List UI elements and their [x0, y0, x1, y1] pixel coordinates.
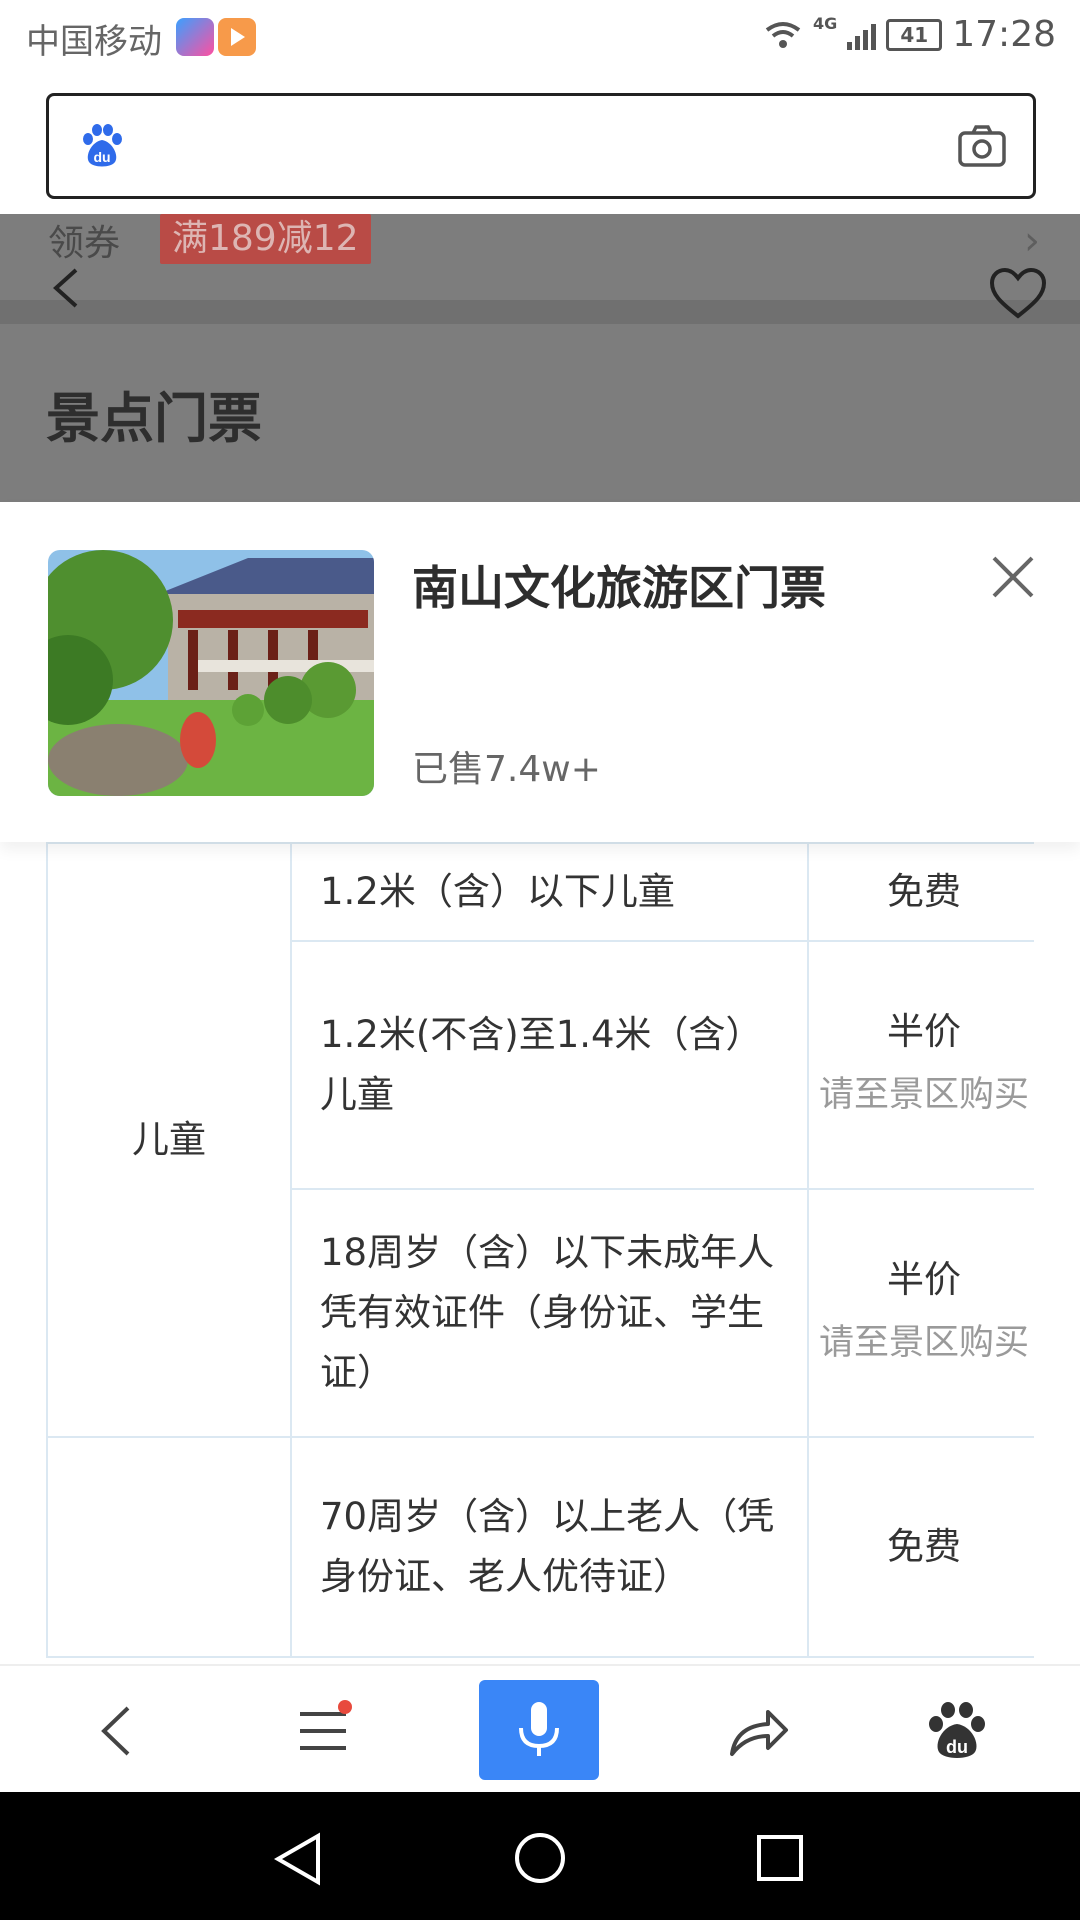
dimmed-background-page[interactable]: 领券 满189减12 › 景点门票: [0, 214, 1080, 502]
browser-toolbar: du: [0, 1664, 1080, 1794]
circle-home-icon[interactable]: [512, 1830, 568, 1886]
signal-icon: [847, 20, 877, 50]
video-app-icon: [218, 18, 256, 56]
table-row: 70周岁（含）以上老人（凭身份证、老人优待证） 免费: [46, 1436, 1034, 1658]
close-icon[interactable]: [990, 554, 1036, 600]
system-navigation-bar: [0, 1792, 1080, 1920]
share-icon[interactable]: [712, 1686, 802, 1776]
chevron-right-icon: ›: [1024, 218, 1040, 264]
section-title: 景点门票: [46, 387, 262, 450]
price-cell: 半价 请至景区购买: [807, 940, 1034, 1190]
table-row: 儿童 1.2米（含）以下儿童 免费: [46, 842, 1034, 1438]
product-card: 南山文化旅游区门票 已售7.4w+: [0, 502, 1080, 842]
purchase-note: 请至景区购买: [818, 1075, 1029, 1115]
purchase-note: 请至景区购买: [818, 1323, 1029, 1363]
carrier-name: 中国移动: [26, 22, 162, 62]
baidu-paw-icon[interactable]: du: [79, 124, 125, 168]
mic-icon: [519, 1702, 559, 1756]
notification-dot: [338, 1700, 352, 1714]
wifi-icon: [765, 21, 801, 48]
product-title: 南山文化旅游区门票: [412, 561, 826, 615]
triangle-back-icon[interactable]: [272, 1832, 326, 1886]
condition-cell: 70周岁（含）以上老人（凭身份证、老人优待证）: [290, 1436, 809, 1658]
network-type: 4G: [812, 14, 838, 33]
heart-icon[interactable]: [988, 266, 1048, 322]
condition-cell: 1.2米（含）以下儿童: [290, 842, 809, 942]
category-cell: 儿童: [46, 842, 292, 1438]
divider: [0, 300, 1080, 324]
svg-text:du: du: [946, 1737, 968, 1757]
search-input[interactable]: du: [46, 93, 1036, 199]
sold-count: 已售7.4w+: [412, 749, 601, 790]
price-cell: 免费: [807, 842, 1034, 942]
product-thumbnail: [48, 550, 374, 796]
price-label: 半价: [887, 1010, 961, 1053]
youku-app-icon: [176, 18, 214, 56]
condition-cell: 1.2米(不含)至1.4米（含）儿童: [290, 940, 809, 1190]
camera-icon[interactable]: [957, 124, 1007, 168]
ticket-price-table: 儿童 1.2米（含）以下儿童 免费 1.2米(不含)至1.4米（含）儿童 半价 …: [46, 842, 1034, 1664]
price-cell: 免费: [807, 1436, 1034, 1658]
battery-icon: 41: [886, 18, 943, 51]
status-indicators: 4G 41 17:28: [763, 14, 1056, 55]
menu-icon[interactable]: [278, 1686, 368, 1776]
svg-text:du: du: [93, 149, 110, 165]
price-label: 半价: [887, 1258, 961, 1301]
category-cell: [46, 1436, 292, 1658]
square-recent-icon[interactable]: [754, 1832, 806, 1884]
search-bar: du: [0, 76, 1080, 214]
voice-search-button[interactable]: [479, 1680, 599, 1780]
coupon-label: 领券: [48, 223, 121, 264]
back-icon[interactable]: [48, 266, 84, 310]
status-bar: 中国移动 4G 41 17:28: [0, 0, 1080, 76]
clock: 17:28: [952, 14, 1056, 55]
price-cell: 半价 请至景区购买: [807, 1188, 1034, 1438]
back-icon[interactable]: [72, 1686, 162, 1776]
baidu-paw-icon[interactable]: du: [912, 1686, 1002, 1776]
condition-cell: 18周岁（含）以下未成年人凭有效证件（身份证、学生证）: [290, 1188, 809, 1438]
coupon-offer-tag: 满189减12: [160, 214, 371, 264]
